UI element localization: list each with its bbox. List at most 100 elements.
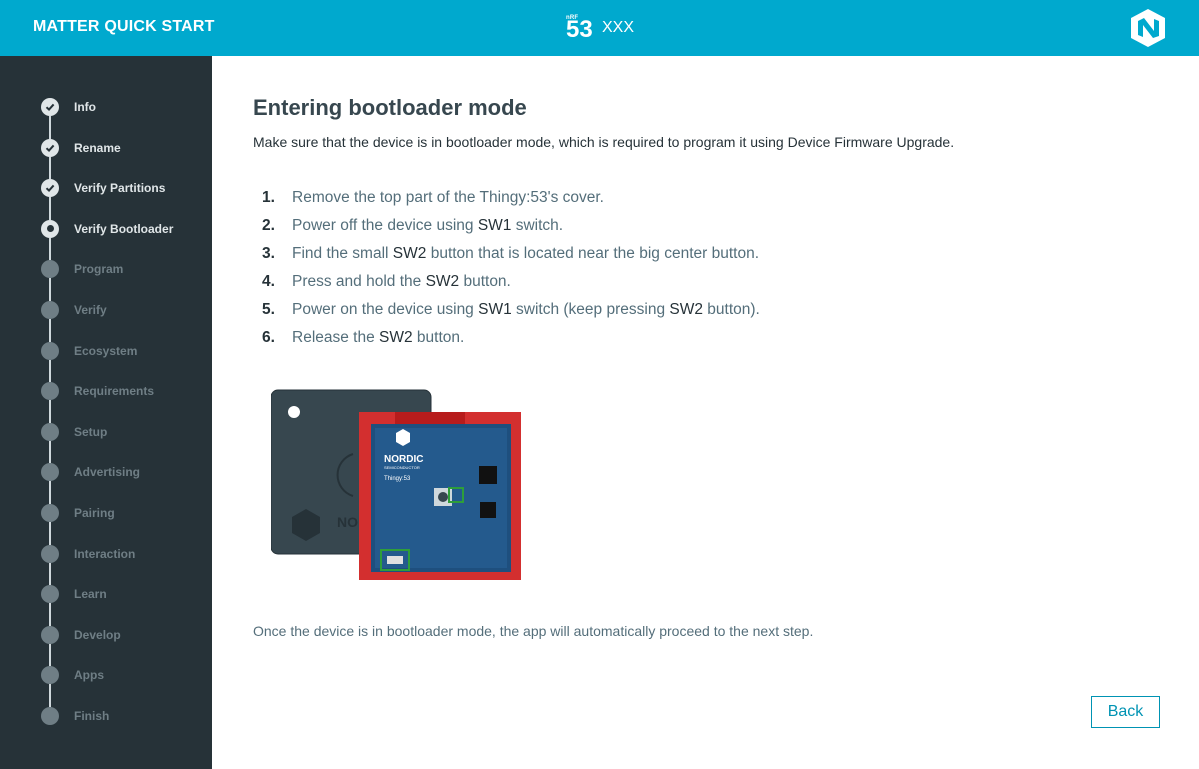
step-item-verify: Verify <box>41 301 107 319</box>
step-label: Verify Partitions <box>74 181 166 196</box>
step-label: Info <box>74 100 96 114</box>
instruction-list: 1. Remove the top part of the Thingy:53's… <box>262 184 760 352</box>
instruction-text: Power off the device using SW1 switch. <box>292 217 563 235</box>
instruction-fragment: switch (keep pressing <box>511 301 670 318</box>
instruction-keyword: SW2 <box>379 329 413 346</box>
instruction-fragment: Press and hold the <box>292 273 426 290</box>
active-dot <box>46 225 54 233</box>
app-title: MATTER QUICK START <box>33 18 215 35</box>
instruction-fragment: button. <box>412 329 465 346</box>
instruction-keyword: SW2 <box>392 245 427 262</box>
instruction-number: 3. <box>262 245 275 262</box>
step-item-program: Program <box>41 260 124 279</box>
step-label: Pairing <box>74 506 115 520</box>
instruction-keyword: SW2 <box>669 301 703 318</box>
step-label: Verify <box>74 303 107 317</box>
device-indicator[interactable]: nRF 53 XXX <box>566 12 634 44</box>
instruction-fragment: button that is located near the big cent… <box>426 245 760 262</box>
step-item-rename: Rename <box>41 138 121 157</box>
instruction-keyword: SW1 <box>477 217 512 234</box>
step-connector <box>49 237 51 261</box>
check-icon <box>41 179 59 198</box>
active-step-icon <box>41 219 59 238</box>
check-icon <box>41 98 59 116</box>
pending-step-icon <box>41 422 59 441</box>
instruction-fragment: button). <box>702 301 760 318</box>
board-brand-sub-text: SEMICONDUCTOR <box>384 465 420 470</box>
main-content: Entering bootloader mode Make sure that … <box>212 56 1199 769</box>
instruction-fragment: Find the small <box>292 245 393 262</box>
step-label: Verify Bootloader <box>74 221 174 236</box>
pending-step-icon <box>41 666 59 685</box>
step-connector <box>49 116 51 139</box>
pending-step-icon <box>41 463 59 482</box>
step-label: Apps <box>74 668 104 683</box>
instruction-item: 4. Press and hold the SW2 button. <box>262 268 760 296</box>
step-connector <box>49 319 51 342</box>
step-label: Requirements <box>74 384 155 399</box>
nrf53-badge-icon: nRF 53 <box>566 13 596 43</box>
instruction-item: 5. Power on the device using SW1 switch (… <box>262 296 760 324</box>
instruction-keyword: SW2 <box>425 273 460 290</box>
instruction-number: 2. <box>262 217 275 234</box>
step-item-apps: Apps <box>41 666 104 685</box>
step-item-requirements: Requirements <box>41 382 155 401</box>
back-button[interactable]: Back <box>1091 696 1160 728</box>
step-item-advertising: Advertising <box>41 463 140 482</box>
pending-step-icon <box>41 504 59 522</box>
pending-step-icon <box>41 260 59 279</box>
check-icon <box>41 138 59 157</box>
instruction-number: 5. <box>262 301 275 318</box>
pending-step-icon <box>41 707 59 725</box>
instruction-fragment: Power on the device using <box>292 301 479 318</box>
instruction-text: Press and hold the SW2 button. <box>292 273 511 291</box>
pending-step-icon <box>41 341 59 360</box>
step-item-setup: Setup <box>41 422 108 441</box>
board-brand-text: NORDIC <box>384 454 423 465</box>
step-item-verify-bootloader: Verify Bootloader <box>41 219 174 238</box>
instruction-item: 6. Release the SW2 button. <box>262 324 760 352</box>
instruction-number: 1. <box>262 189 275 206</box>
instruction-fragment: Release the <box>292 329 380 346</box>
instruction-fragment: Power off the device using <box>292 217 478 234</box>
step-connector <box>49 440 51 464</box>
instruction-number: 4. <box>262 273 275 290</box>
pending-step-icon <box>41 625 59 644</box>
step-item-develop: Develop <box>41 625 121 644</box>
device-name: XXX <box>602 19 635 36</box>
step-connector <box>49 278 51 301</box>
case-brand-text: NO <box>337 514 358 530</box>
instruction-text: Remove the top part of the Thingy:53's c… <box>292 189 604 207</box>
instruction-fragment: button. <box>459 273 511 290</box>
step-label: Program <box>74 262 124 277</box>
step-label: Rename <box>74 140 121 155</box>
step-connector <box>49 400 51 423</box>
instruction-text: Find the small SW2 button that is locate… <box>292 245 759 263</box>
pending-step-icon <box>41 382 59 401</box>
step-connector <box>49 156 51 180</box>
board-name-text: Thingy:53 <box>384 476 411 482</box>
instruction-fragment: switch. <box>511 217 564 234</box>
step-connector <box>49 603 51 626</box>
step-connector <box>49 481 51 504</box>
step-item-pairing: Pairing <box>41 504 115 522</box>
pending-step-icon <box>41 544 59 563</box>
step-label: Ecosystem <box>74 343 138 358</box>
instruction-item: 3. Find the small SW2 button that is loca… <box>262 240 760 268</box>
step-item-ecosystem: Ecosystem <box>41 341 138 360</box>
nordic-logo-icon <box>1131 9 1165 47</box>
step-label: Interaction <box>74 546 136 561</box>
step-connector <box>49 359 51 383</box>
step-connector <box>49 684 51 707</box>
intro-text: Make sure that the device is in bootload… <box>253 134 955 150</box>
step-label: Setup <box>74 424 108 439</box>
step-connector <box>49 197 51 220</box>
instruction-number: 6. <box>262 329 275 346</box>
instruction-item: 1. Remove the top part of the Thingy:53's… <box>262 184 760 212</box>
outro-text: Once the device is in bootloader mode, t… <box>253 623 814 639</box>
instruction-text: Release the SW2 button. <box>292 329 464 347</box>
step-connector <box>49 562 51 586</box>
step-label: Learn <box>74 587 107 602</box>
step-label: Finish <box>74 709 110 723</box>
step-item-learn: Learn <box>41 585 107 604</box>
